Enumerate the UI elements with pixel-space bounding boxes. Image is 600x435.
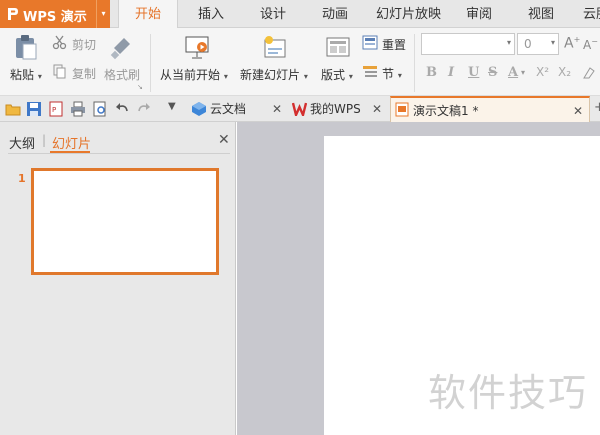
slide-navigation-pane: 大纲 | 幻灯片 ✕ 1 [0, 122, 236, 435]
new-slide-label: 新建幻灯片 [240, 68, 301, 82]
paste-dropdown-icon: ▾ [37, 72, 42, 81]
copy-icon [53, 64, 66, 79]
tab-slides[interactable]: 幻灯片 [52, 133, 91, 152]
tab-review[interactable]: 审阅 [466, 0, 492, 28]
tab-home[interactable]: 开始 [118, 0, 178, 29]
svg-text:P: P [52, 106, 56, 114]
close-pane-icon[interactable]: ✕ [218, 132, 230, 148]
close-icon[interactable]: ✕ [272, 96, 282, 122]
font-color-button[interactable]: A [508, 65, 518, 80]
tab-design[interactable]: 设计 [260, 0, 286, 28]
doc-tab-cloud[interactable]: 云文档 ✕ [188, 96, 288, 122]
doc-tab-presentation[interactable]: 演示文稿1 * ✕ [390, 96, 590, 122]
close-icon[interactable]: ✕ [372, 96, 382, 122]
font-name-dropdown-icon: ▾ [506, 38, 511, 47]
layout-label: 版式 [321, 68, 346, 82]
format-painter-icon[interactable] [110, 34, 134, 60]
section-label: 节 [382, 67, 395, 81]
strikethrough-button[interactable]: S [488, 65, 497, 80]
export-pdf-icon[interactable]: P [48, 101, 64, 117]
paste-label: 粘贴 [10, 68, 35, 82]
clear-format-icon[interactable] [582, 66, 596, 80]
pane-divider [8, 153, 230, 154]
doc-tab-mywps[interactable]: 我的WPS ✕ [288, 96, 388, 122]
watermark-text: 软件技巧 [428, 371, 589, 415]
copy-button[interactable]: 复制 [72, 65, 96, 82]
reset-icon [362, 35, 378, 50]
new-tab-icon[interactable]: + [594, 100, 600, 115]
doc-tab-label: 云文档 [210, 102, 247, 116]
layout-button[interactable]: 版式 ▾ [321, 66, 353, 83]
paste-icon[interactable] [14, 34, 38, 60]
ribbon-separator [414, 34, 415, 92]
save-icon[interactable] [26, 101, 42, 117]
redo-icon[interactable] [136, 101, 152, 117]
doc-tab-label: 我的WPS [310, 102, 361, 116]
font-size-dropdown-icon: ▾ [550, 38, 555, 47]
app-dropdown-icon[interactable]: ▾ [96, 0, 110, 28]
clipboard-launcher-icon[interactable]: ↘ [137, 83, 143, 91]
section-button[interactable]: 节 ▾ [382, 65, 402, 82]
close-icon[interactable]: ✕ [573, 98, 583, 124]
wps-logo-icon [8, 8, 18, 20]
open-folder-icon[interactable] [5, 101, 21, 117]
layout-icon[interactable] [326, 34, 350, 60]
tab-cloud[interactable]: 云服 [583, 0, 600, 28]
decrease-font-icon[interactable]: A− [583, 37, 598, 52]
pane-tabs: 大纲 | 幻灯片 ✕ [0, 122, 236, 154]
app-title: WPS 演示 [23, 10, 87, 25]
tab-divider: | [42, 133, 47, 147]
tab-insert[interactable]: 插入 [198, 0, 224, 28]
scissors-icon [52, 35, 67, 50]
ribbon-toolbar: 粘贴 ▾ 剪切 复制 格式刷 ↘ 从当前开始 ▾ 新建幻灯片 ▾ 版式 ▾ 重置… [0, 28, 600, 96]
doc-tab-label: 演示文稿1 * [413, 104, 479, 118]
section-icon [363, 66, 377, 77]
format-painter-button[interactable]: 格式刷 [104, 66, 140, 83]
layout-dropdown-icon: ▾ [348, 72, 353, 81]
ribbon-separator [150, 34, 151, 92]
cloud-doc-icon [192, 102, 206, 116]
cut-button[interactable]: 剪切 [72, 36, 96, 53]
slide-number: 1 [18, 172, 26, 185]
underline-button[interactable]: U [468, 65, 479, 80]
print-icon[interactable] [70, 101, 86, 117]
new-slide-dropdown-icon: ▾ [303, 72, 308, 81]
from-current-button[interactable]: 从当前开始 ▾ [160, 66, 228, 83]
quick-access-bar: P ▼ 云文档 ✕ 我的WPS ✕ 演示文稿1 * ✕ + [0, 96, 600, 122]
font-size-select[interactable]: 0 ▾ [517, 33, 559, 55]
subscript-button[interactable]: X₂ [558, 65, 571, 79]
from-current-dropdown-icon: ▾ [223, 72, 228, 81]
presentation-file-icon [395, 102, 409, 117]
paste-button[interactable]: 粘贴 ▾ [10, 66, 42, 83]
tab-view[interactable]: 视图 [528, 0, 554, 28]
section-dropdown-icon: ▾ [397, 71, 402, 80]
print-preview-icon[interactable] [92, 101, 108, 117]
tab-outline[interactable]: 大纲 [9, 133, 35, 152]
customize-toolbar-icon[interactable]: ▼ [168, 101, 176, 112]
from-current-label: 从当前开始 [160, 68, 221, 82]
italic-button[interactable]: I [448, 65, 454, 80]
font-name-select[interactable]: ▾ [421, 33, 515, 55]
new-slide-icon[interactable] [262, 34, 288, 60]
tab-animation[interactable]: 动画 [322, 0, 348, 28]
wps-logo-icon [292, 102, 307, 116]
app-menu-button[interactable]: WPS 演示 ▾ [0, 0, 110, 28]
superscript-button[interactable]: X² [536, 65, 549, 79]
play-slideshow-icon[interactable] [184, 34, 210, 60]
menu-bar: WPS 演示 ▾ 开始 插入 设计 动画 幻灯片放映 审阅 视图 云服 [0, 0, 600, 29]
new-slide-button[interactable]: 新建幻灯片 ▾ [240, 66, 308, 83]
tab-slideshow[interactable]: 幻灯片放映 [376, 0, 441, 28]
font-size-value: 0 [524, 37, 532, 51]
reset-button[interactable]: 重置 [382, 36, 406, 53]
increase-font-icon[interactable]: A+ [564, 35, 580, 52]
bold-button[interactable]: B [426, 65, 437, 80]
slide-thumbnail[interactable] [31, 168, 219, 275]
font-color-dropdown-icon[interactable]: ▾ [521, 68, 525, 77]
undo-icon[interactable] [114, 101, 130, 117]
